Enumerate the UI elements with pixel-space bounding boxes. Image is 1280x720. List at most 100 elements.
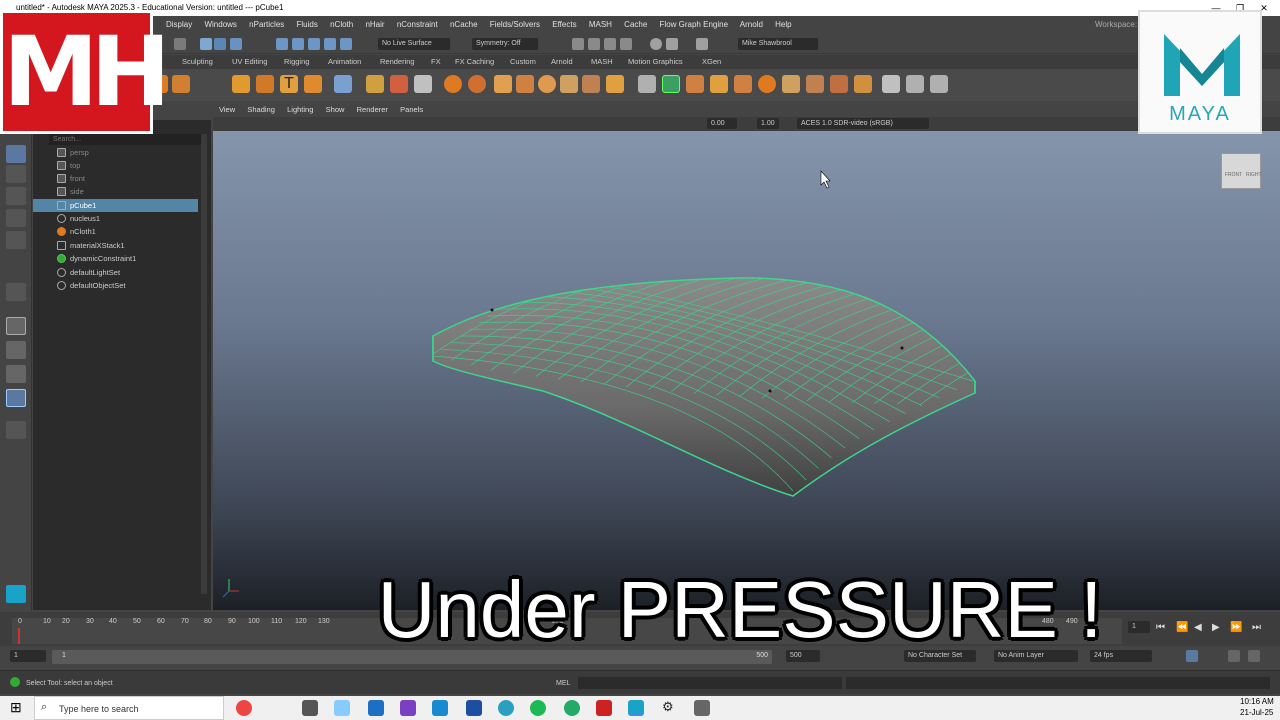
shelf-tab-sculpting[interactable]: Sculpting xyxy=(182,55,213,69)
user-account-menu[interactable]: Mike Shawbrool xyxy=(738,38,818,50)
shelf-tab-motion-graphics[interactable]: Motion Graphics xyxy=(628,55,683,69)
menu-nconstraint[interactable]: nConstraint xyxy=(397,20,438,29)
menu-ncloth[interactable]: nCloth xyxy=(330,20,353,29)
viewport-menu-lighting[interactable]: Lighting xyxy=(287,105,313,114)
input-mesh-icon[interactable] xyxy=(854,75,872,93)
play-back-icon[interactable]: ◀ xyxy=(1194,622,1202,633)
cache-create-icon[interactable] xyxy=(494,75,512,93)
render-frame-icon[interactable] xyxy=(588,38,600,50)
outliner-item-defaultobjectset[interactable]: defaultObjectSet xyxy=(33,279,198,292)
taskbar-search[interactable]: ⌕ Type here to search xyxy=(34,696,224,720)
cache-attach-icon[interactable] xyxy=(606,75,624,93)
outliner-search-field[interactable]: Search... xyxy=(49,134,207,145)
menu-ncache[interactable]: nCache xyxy=(450,20,478,29)
outliner-item-pcube1[interactable]: pCube1 xyxy=(33,199,198,212)
viewport-menu-view[interactable]: View xyxy=(219,105,235,114)
color-space-dropdown[interactable]: ACES 1.0 SDR-video (sRGB) xyxy=(797,118,929,129)
outliner-item-top[interactable]: top xyxy=(33,159,198,172)
ipr-render-icon[interactable] xyxy=(604,38,616,50)
animation-prefs-icon[interactable] xyxy=(1248,650,1260,662)
exposure-field[interactable]: 0.00 xyxy=(707,118,737,129)
perspective-viewport[interactable]: FRONT RIGHT xyxy=(213,131,1280,610)
viewport-menu-shading[interactable]: Shading xyxy=(247,105,275,114)
notepad-icon[interactable] xyxy=(334,700,350,716)
rotate-tool-icon[interactable] xyxy=(6,209,26,227)
gamma-field[interactable]: 1.00 xyxy=(757,118,779,129)
menu-nhair[interactable]: nHair xyxy=(365,20,384,29)
spotify-icon[interactable] xyxy=(530,700,546,716)
select-by-object-icon[interactable] xyxy=(214,38,226,50)
cache-merge-icon[interactable] xyxy=(560,75,578,93)
menu-flow-graph-engine[interactable]: Flow Graph Engine xyxy=(660,20,728,29)
play-forward-icon[interactable]: ▶ xyxy=(1212,622,1220,633)
outliner-scrollbar[interactable] xyxy=(201,134,207,594)
make-live-icon[interactable] xyxy=(340,38,352,50)
outliner-item-side[interactable]: side xyxy=(33,185,198,198)
outliner-item-front[interactable]: front xyxy=(33,172,198,185)
settings-icon[interactable]: ⚙ xyxy=(662,699,674,715)
sound-icon[interactable] xyxy=(1228,650,1240,662)
persp-outliner-layout-icon[interactable] xyxy=(6,365,26,383)
outliner-item-ncloth1[interactable]: nCloth1 xyxy=(33,225,198,238)
shelf-tab-fx-caching[interactable]: FX Caching xyxy=(455,55,494,69)
cache-delete-icon[interactable] xyxy=(582,75,600,93)
maya-home-icon[interactable] xyxy=(6,585,26,603)
single-perspective-layout-icon[interactable] xyxy=(6,317,26,335)
last-tool-icon[interactable] xyxy=(6,283,26,301)
outliner-item-persp[interactable]: persp xyxy=(33,146,198,159)
mash-network-icon[interactable] xyxy=(334,75,352,93)
viewport-menu-show[interactable]: Show xyxy=(326,105,345,114)
dynamic-constraint-icon[interactable] xyxy=(710,75,728,93)
publisher-icon[interactable] xyxy=(466,700,482,716)
snap-grid-icon[interactable] xyxy=(276,38,288,50)
shelf-tab-fx[interactable]: FX xyxy=(431,55,441,69)
undo-icon[interactable] xyxy=(174,38,186,50)
viewport-menu-renderer[interactable]: Renderer xyxy=(357,105,388,114)
shelf-tab-xgen[interactable]: XGen xyxy=(702,55,721,69)
shelf-tab-animation[interactable]: Animation xyxy=(328,55,361,69)
tear-surface-icon[interactable] xyxy=(806,75,824,93)
menu-windows[interactable]: Windows xyxy=(204,20,236,29)
paint-attribute-icon[interactable] xyxy=(882,75,900,93)
cache-append-icon[interactable] xyxy=(538,75,556,93)
shelf-tab-mash[interactable]: MASH xyxy=(591,55,613,69)
start-time-field[interactable]: 1 xyxy=(10,650,46,662)
shelf-tab-rendering[interactable]: Rendering xyxy=(380,55,415,69)
outliner-item-dynamicconstraint1[interactable]: dynamicConstraint1 xyxy=(33,252,198,265)
outliner-item-nucleus1[interactable]: nucleus1 xyxy=(33,212,198,225)
select-by-component-icon[interactable] xyxy=(230,38,242,50)
menu-cache[interactable]: Cache xyxy=(624,20,647,29)
four-view-layout-icon[interactable] xyxy=(6,341,26,359)
snap-point-icon[interactable] xyxy=(308,38,320,50)
scale-tool-icon[interactable] xyxy=(6,231,26,249)
pillow-body[interactable] xyxy=(432,277,976,497)
menu-fluids[interactable]: Fluids xyxy=(297,20,318,29)
constraint-point-icon[interactable] xyxy=(686,75,704,93)
view-cube[interactable]: FRONT RIGHT xyxy=(1221,153,1262,189)
menu-arnold[interactable]: Arnold xyxy=(740,20,763,29)
field-air-icon[interactable] xyxy=(366,75,384,93)
ncloth-passive-icon[interactable] xyxy=(172,75,190,93)
symmetry-dropdown[interactable]: Symmetry: Off xyxy=(472,38,538,50)
coordinate-icon[interactable] xyxy=(414,75,432,93)
menu-mash[interactable]: MASH xyxy=(589,20,612,29)
outliner-item-materialxstack1[interactable]: materialXStack1 xyxy=(33,239,198,252)
start-icon[interactable]: ⊞ xyxy=(10,699,22,716)
menu-help[interactable]: Help xyxy=(775,20,791,29)
command-input[interactable] xyxy=(578,677,842,689)
shelf-tab-arnold[interactable]: Arnold xyxy=(551,55,573,69)
media-encoder-icon[interactable] xyxy=(596,700,612,716)
rest-shape-icon[interactable] xyxy=(830,75,848,93)
render-view-icon[interactable] xyxy=(572,38,584,50)
text-tool-icon[interactable]: T xyxy=(280,75,298,93)
live-surface-field[interactable]: No Live Surface xyxy=(378,38,450,50)
viewport-menu-panels[interactable]: Panels xyxy=(400,105,423,114)
step-forward-icon[interactable]: ⏩ xyxy=(1230,622,1242,633)
maya-taskbar-icon[interactable] xyxy=(628,700,644,716)
menu-display[interactable]: Display xyxy=(166,20,192,29)
nparticle-emitter-icon[interactable] xyxy=(232,75,250,93)
menu-nparticles[interactable]: nParticles xyxy=(249,20,284,29)
paint-vertex-icon[interactable] xyxy=(906,75,924,93)
fluid-container-icon[interactable] xyxy=(256,75,274,93)
outlook-icon[interactable] xyxy=(368,700,384,716)
